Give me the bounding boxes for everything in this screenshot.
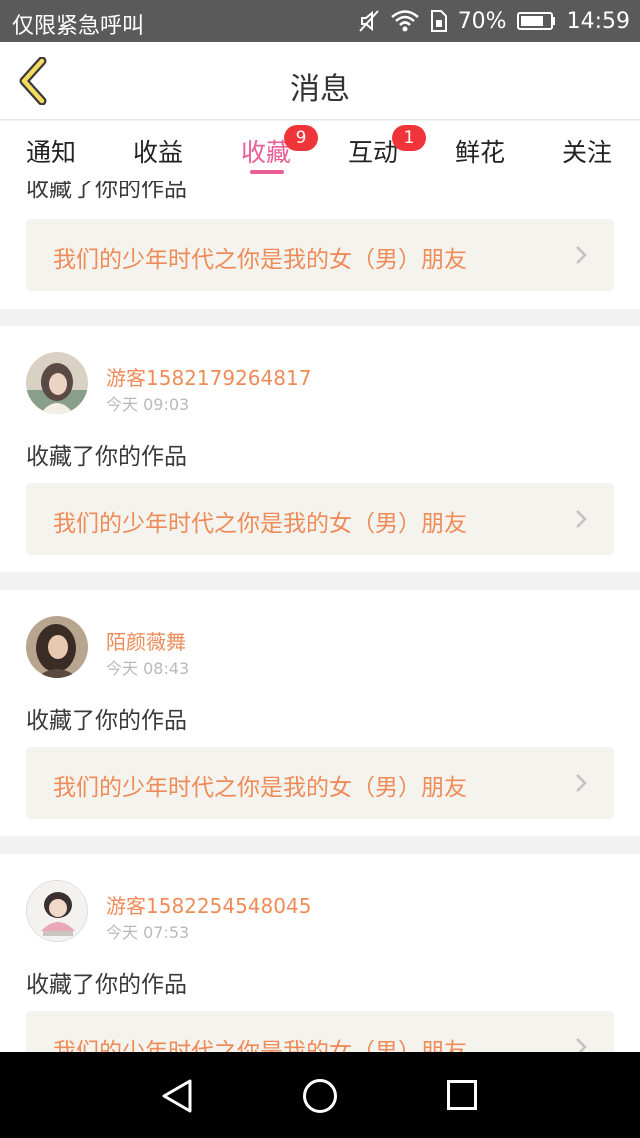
tab-favorites-badge: 9 [284, 125, 318, 151]
work-link[interactable]: 我们的少年时代之你是我的女（男）朋友 [26, 747, 614, 819]
tab-following[interactable]: 关注 [562, 133, 612, 169]
tab-notifications[interactable]: 通知 [26, 133, 76, 169]
action-text: 收藏了你的作品 [26, 972, 187, 998]
tab-favorites[interactable]: 收藏 9 [241, 125, 318, 169]
work-link[interactable]: 我们的少年时代之你是我的女（男）朋友 [26, 483, 614, 555]
list-item: 游客1582254548045 今天 07:53 收藏了你的作品 我们的少年时代… [0, 854, 640, 1052]
battery-icon [516, 12, 555, 30]
user-name[interactable]: 游客1582254548045 [106, 890, 311, 919]
chevron-right-icon [576, 246, 587, 264]
user-name[interactable]: 陌颜薇舞 [106, 626, 186, 655]
avatar[interactable] [26, 880, 88, 942]
action-text: 收藏了你的作品 [26, 181, 187, 202]
action-text: 收藏了你的作品 [26, 444, 187, 470]
timestamp: 今天 09:03 [106, 395, 190, 414]
tab-earnings[interactable]: 收益 [133, 133, 183, 169]
timestamp: 今天 07:53 [106, 923, 190, 942]
favorites-list: 收藏了你的作品 我们的少年时代之你是我的女（男）朋友 游客15821792648… [0, 181, 640, 1052]
home-circle-icon[interactable] [302, 1078, 338, 1114]
wifi-icon [390, 10, 419, 32]
tab-flowers[interactable]: 鲜花 [455, 133, 505, 169]
work-link[interactable]: 我们的少年时代之你是我的女（男）朋友 [26, 219, 614, 291]
tab-interactions-badge: 1 [392, 125, 426, 151]
page-title: 消息 [290, 72, 350, 107]
avatar[interactable] [26, 352, 88, 414]
recents-square-icon[interactable] [446, 1079, 478, 1111]
status-bar: 仅限紧急呼叫 70% 14:59 [0, 0, 640, 42]
list-item: 游客1582179264817 今天 09:03 收藏了你的作品 我们的少年时代… [0, 326, 640, 572]
app-header: 消息 [0, 42, 640, 120]
chevron-right-icon [576, 774, 587, 792]
sim-icon [430, 10, 447, 32]
tab-interactions[interactable]: 互动 1 [348, 125, 426, 169]
clock: 14:59 [566, 8, 630, 34]
avatar[interactable] [26, 616, 88, 678]
carrier-text: 仅限紧急呼叫 [12, 14, 145, 39]
user-name[interactable]: 游客1582179264817 [106, 362, 311, 391]
timestamp: 今天 08:43 [106, 659, 190, 678]
work-title: 我们的少年时代之你是我的女（男）朋友 [53, 247, 467, 273]
work-link[interactable]: 我们的少年时代之你是我的女（男）朋友 [26, 1011, 614, 1052]
mute-icon [358, 10, 379, 32]
list-item: 陌颜薇舞 今天 08:43 收藏了你的作品 我们的少年时代之你是我的女（男）朋友 [0, 590, 640, 836]
work-title: 我们的少年时代之你是我的女（男）朋友 [53, 511, 467, 537]
work-title: 我们的少年时代之你是我的女（男）朋友 [53, 1039, 467, 1052]
chevron-right-icon [576, 510, 587, 528]
back-triangle-icon[interactable] [160, 1078, 194, 1114]
battery-percent: 70% [457, 8, 507, 34]
chevron-right-icon [576, 1038, 587, 1052]
work-title: 我们的少年时代之你是我的女（男）朋友 [53, 775, 467, 801]
system-nav-bar [0, 1052, 640, 1138]
active-tab-indicator [250, 170, 284, 174]
tab-bar: 通知 收益 收藏 9 互动 1 鲜花 关注 [0, 121, 640, 181]
list-item: 收藏了你的作品 我们的少年时代之你是我的女（男）朋友 [0, 181, 640, 309]
action-text: 收藏了你的作品 [26, 708, 187, 734]
